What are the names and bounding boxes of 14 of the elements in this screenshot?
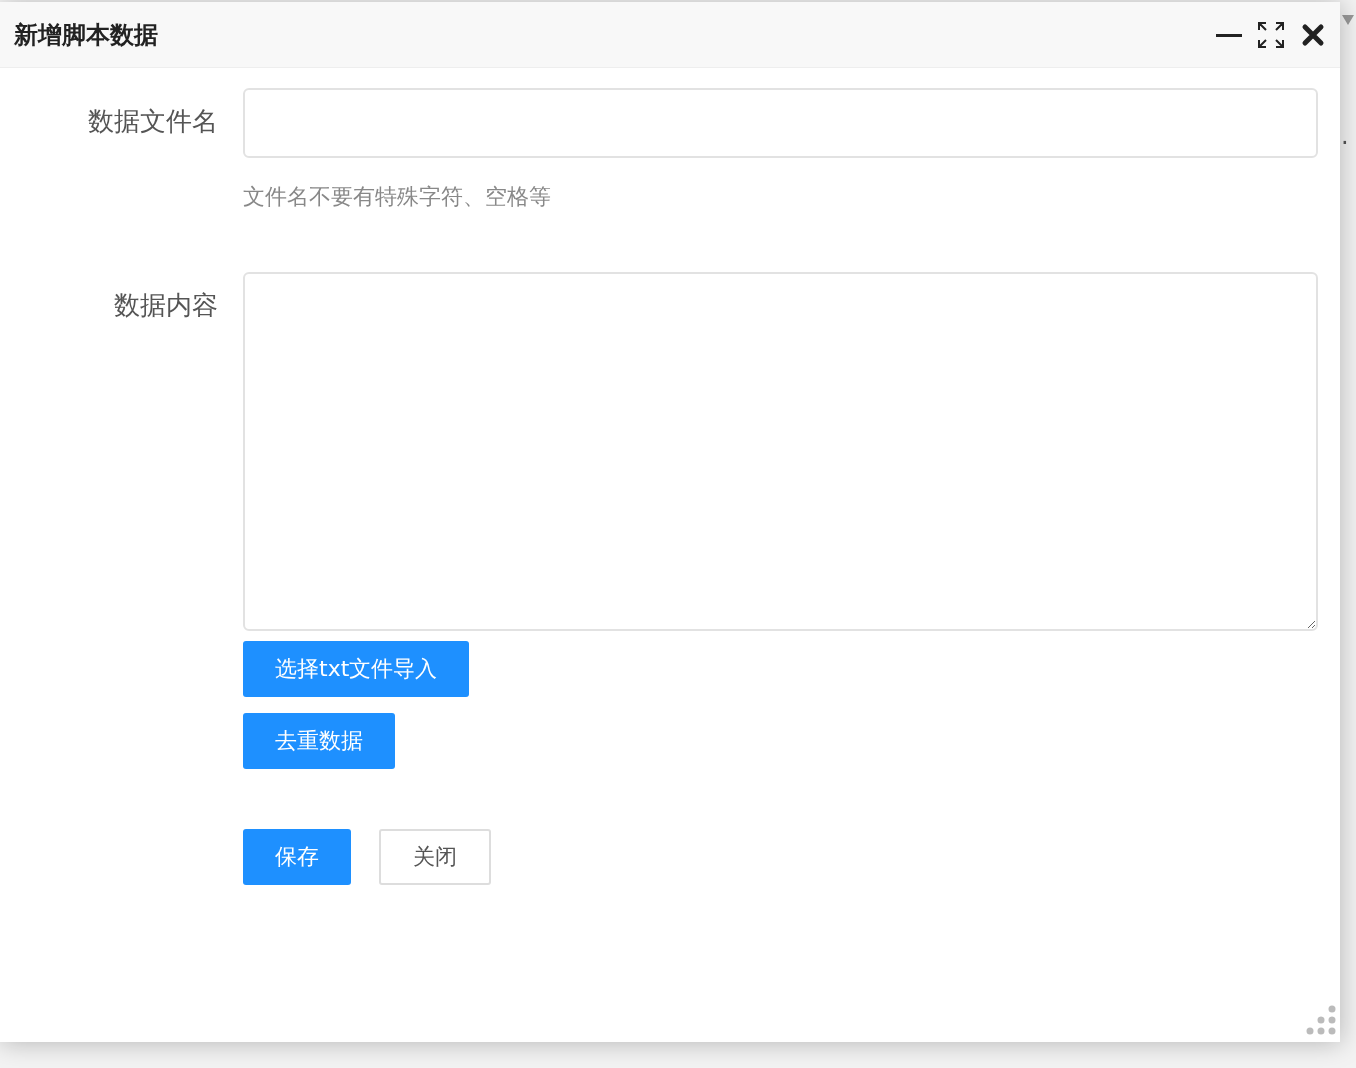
text-input-field[interactable] bbox=[243, 88, 1318, 158]
action-button[interactable]: 去重数据 bbox=[243, 713, 395, 769]
scroll-arrow-icon[interactable] bbox=[1341, 14, 1355, 26]
close-button[interactable]: 关闭 bbox=[379, 829, 491, 885]
field-label: 数据内容 bbox=[113, 289, 218, 322]
field-label: 数据文件名 bbox=[87, 105, 218, 138]
hint-text: 文件名不要有特殊字符、空格等 bbox=[243, 183, 552, 211]
text-area-field[interactable] bbox=[243, 272, 1318, 631]
maximize-icon[interactable] bbox=[1258, 21, 1284, 48]
background-text: . bbox=[1341, 122, 1349, 150]
close-icon[interactable] bbox=[1300, 21, 1326, 48]
window-title: 新增脚本数据 bbox=[14, 19, 159, 51]
action-button[interactable]: 选择txt文件导入 bbox=[243, 641, 470, 697]
save-button[interactable]: 保存 bbox=[243, 829, 351, 885]
